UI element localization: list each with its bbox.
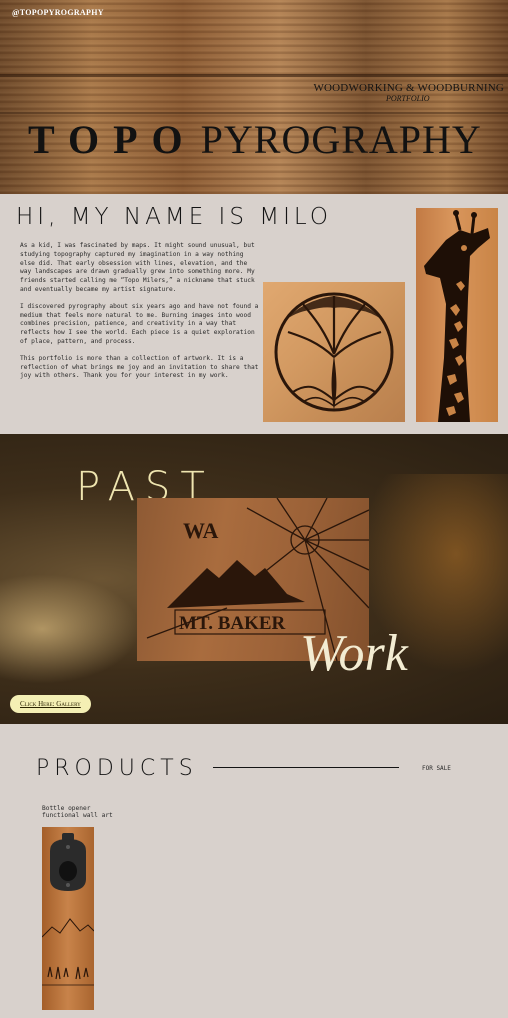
social-handle: @TOPOPYROGRAPHY bbox=[12, 8, 104, 17]
work-script-text: Work bbox=[300, 625, 408, 682]
portfolio-label: PORTFOLIO bbox=[386, 94, 430, 103]
bio-paragraph: This portfolio is more than a collection… bbox=[20, 354, 259, 380]
background-glow bbox=[0, 574, 140, 684]
gallery-button[interactable]: Click Here: Gallery bbox=[10, 695, 91, 713]
tree-of-life-drawing bbox=[274, 292, 394, 412]
past-work-section: PAST WA MT. BAKER Work Click Here: Galle… bbox=[0, 434, 508, 724]
bio-paragraph: As a kid, I was fascinated by maps. It m… bbox=[20, 242, 255, 293]
about-heading: HI, MY NAME IS MILO bbox=[16, 204, 332, 230]
about-section: HI, MY NAME IS MILO As a kid, I was fasc… bbox=[0, 194, 508, 434]
tagline: WOODWORKING & WOODBURNING bbox=[313, 82, 504, 94]
board-text-top: WA bbox=[183, 518, 219, 543]
products-section: PRODUCTS FOR SALE Bottle opener function… bbox=[0, 724, 508, 1018]
products-divider bbox=[213, 767, 399, 768]
bottle-opener-drawing bbox=[42, 833, 94, 986]
bottle-opener-product[interactable] bbox=[42, 827, 94, 1010]
hero-banner: @TOPOPYROGRAPHY WOODWORKING & WOODBURNIN… bbox=[0, 0, 508, 194]
board-text-bottom: MT. BAKER bbox=[179, 613, 286, 634]
product-caption: Bottle opener functional wall art bbox=[42, 805, 113, 819]
giraffe-artwork bbox=[416, 208, 498, 422]
site-title: TOPO PYROGRAPHY bbox=[28, 116, 482, 163]
products-heading: PRODUCTS bbox=[36, 756, 198, 781]
bio-paragraph: I discovered pyrography about six years … bbox=[20, 302, 259, 345]
product-caption-line: Bottle opener bbox=[42, 805, 91, 812]
tree-of-life-artwork bbox=[263, 282, 405, 422]
giraffe-drawing bbox=[424, 210, 490, 422]
portfolio-page: @TOPOPYROGRAPHY WOODWORKING & WOODBURNIN… bbox=[0, 0, 508, 1018]
site-title-rest: PYROGRAPHY bbox=[200, 117, 482, 162]
about-bio: As a kid, I was fascinated by maps. It m… bbox=[20, 242, 260, 389]
site-title-bold: TOPO bbox=[28, 117, 197, 162]
for-sale-label: FOR SALE bbox=[422, 765, 451, 772]
product-caption-line: functional wall art bbox=[42, 812, 113, 819]
